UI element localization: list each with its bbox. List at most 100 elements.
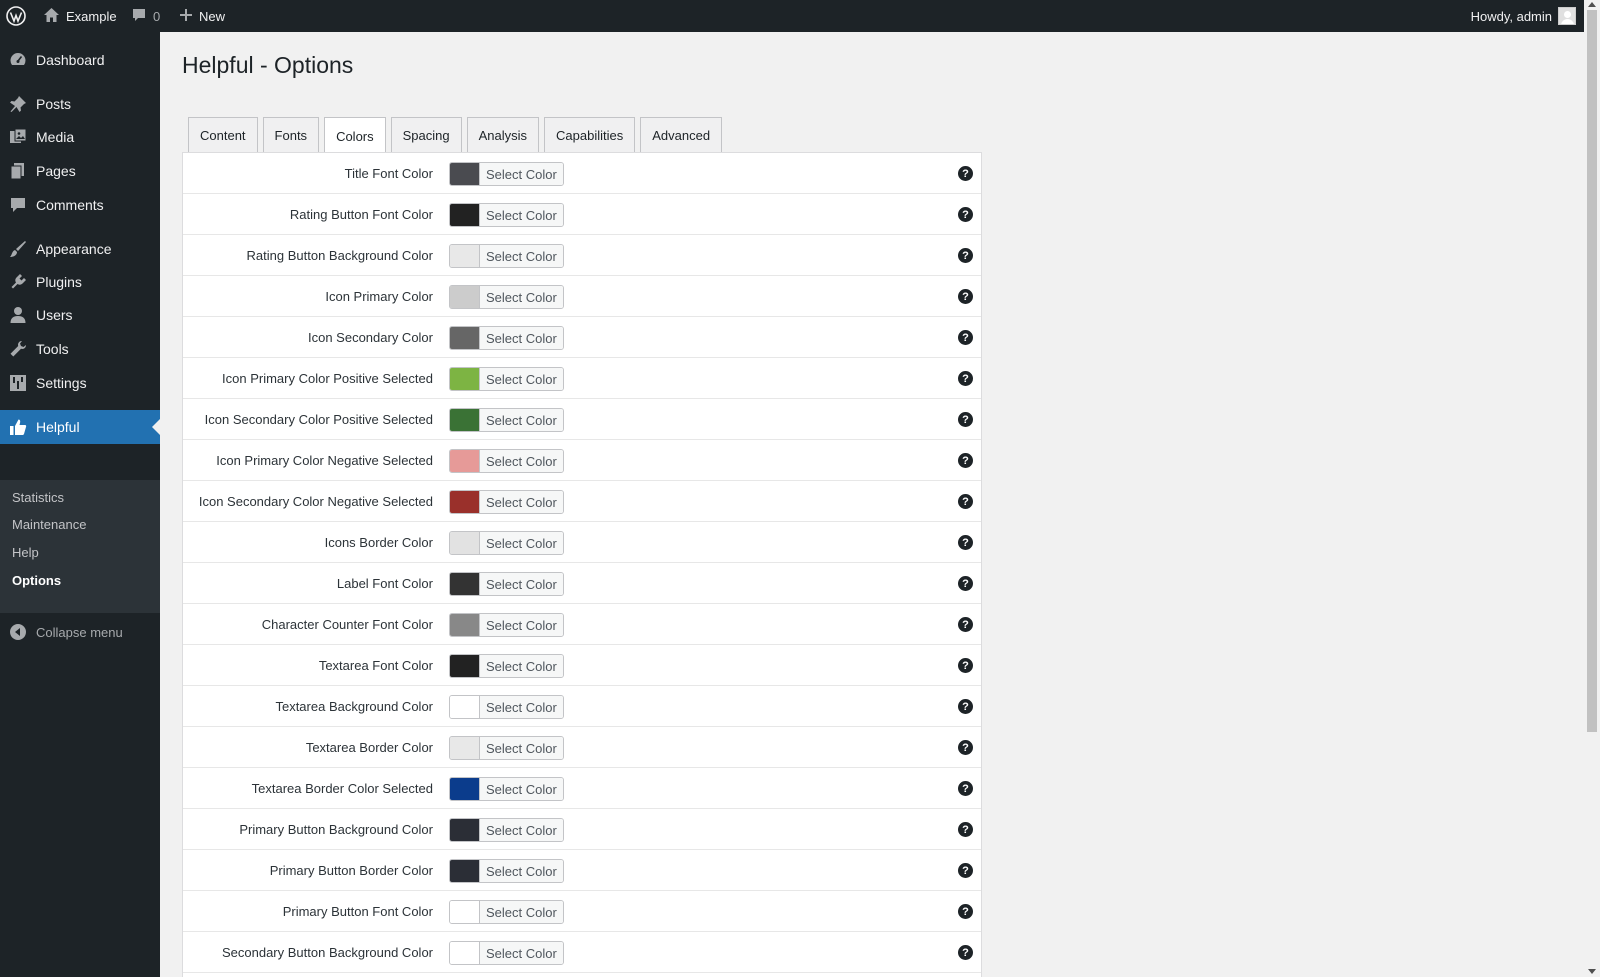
- color-option-row: Textarea Border Color Selected Select Col…: [183, 768, 981, 809]
- help-icon[interactable]: ?: [958, 822, 973, 837]
- color-swatch[interactable]: [450, 245, 480, 267]
- colors-panel: Title Font Color Select Color? Rating Butt…: [182, 152, 982, 977]
- color-swatch[interactable]: [450, 532, 480, 554]
- color-swatch[interactable]: [450, 614, 480, 636]
- scroll-down-icon[interactable]: [1588, 969, 1596, 974]
- select-color-button[interactable]: Select Color: [449, 859, 564, 883]
- color-swatch[interactable]: [450, 737, 480, 759]
- sidebar-item-media[interactable]: Media: [0, 120, 160, 154]
- sidebar-item-pages[interactable]: Pages: [0, 154, 160, 188]
- select-color-button[interactable]: Select Color: [449, 203, 564, 227]
- comments-link[interactable]: 0: [131, 0, 160, 32]
- submenu-item-help[interactable]: Help: [12, 545, 39, 560]
- help-icon[interactable]: ?: [958, 904, 973, 919]
- sidebar-item-label: Helpful: [36, 419, 80, 435]
- select-color-label: Select Color: [480, 245, 563, 267]
- select-color-button[interactable]: Select Color: [449, 900, 564, 924]
- settings-icon: [8, 373, 28, 393]
- collapse-menu-button[interactable]: Collapse menu: [0, 617, 123, 647]
- help-icon[interactable]: ?: [958, 453, 973, 468]
- select-color-button[interactable]: Select Color: [449, 613, 564, 637]
- color-swatch[interactable]: [450, 901, 480, 923]
- select-color-button[interactable]: Select Color: [449, 244, 564, 268]
- scroll-up-icon[interactable]: [1588, 2, 1596, 7]
- submenu-item-statistics[interactable]: Statistics: [12, 490, 64, 505]
- help-icon[interactable]: ?: [958, 207, 973, 222]
- help-icon[interactable]: ?: [958, 289, 973, 304]
- color-swatch[interactable]: [450, 819, 480, 841]
- color-swatch[interactable]: [450, 860, 480, 882]
- select-color-button[interactable]: Select Color: [449, 818, 564, 842]
- help-icon[interactable]: ?: [958, 740, 973, 755]
- select-color-button[interactable]: Select Color: [449, 654, 564, 678]
- color-swatch[interactable]: [450, 163, 480, 185]
- help-icon[interactable]: ?: [958, 494, 973, 509]
- tab-spacing[interactable]: Spacing: [390, 117, 462, 153]
- sidebar-item-comments[interactable]: Comments: [0, 188, 160, 222]
- color-swatch[interactable]: [450, 368, 480, 390]
- help-icon[interactable]: ?: [958, 863, 973, 878]
- select-color-button[interactable]: Select Color: [449, 326, 564, 350]
- scroll-thumb[interactable]: [1587, 10, 1597, 732]
- select-color-button[interactable]: Select Color: [449, 285, 564, 309]
- color-swatch[interactable]: [450, 204, 480, 226]
- color-option-label: Textarea Font Color: [318, 657, 433, 673]
- color-swatch[interactable]: [450, 286, 480, 308]
- sidebar-item-plugins[interactable]: Plugins: [0, 265, 160, 299]
- wordpress-logo-icon[interactable]: [6, 0, 30, 32]
- help-icon[interactable]: ?: [958, 330, 973, 345]
- page-scrollbar[interactable]: [1584, 0, 1600, 977]
- tab-analysis[interactable]: Analysis: [466, 117, 540, 153]
- tab-colors[interactable]: Colors: [324, 117, 386, 154]
- submenu-item-options[interactable]: Options: [12, 573, 61, 588]
- help-icon[interactable]: ?: [958, 576, 973, 591]
- help-icon[interactable]: ?: [958, 699, 973, 714]
- select-color-button[interactable]: Select Color: [449, 490, 564, 514]
- help-icon[interactable]: ?: [958, 166, 973, 181]
- color-swatch[interactable]: [450, 491, 480, 513]
- help-icon[interactable]: ?: [958, 658, 973, 673]
- color-swatch[interactable]: [450, 942, 480, 964]
- select-color-button[interactable]: Select Color: [449, 367, 564, 391]
- help-icon[interactable]: ?: [958, 945, 973, 960]
- sidebar-item-dashboard[interactable]: Dashboard: [0, 43, 160, 77]
- tab-capabilities[interactable]: Capabilities: [544, 117, 636, 153]
- sidebar-item-appearance[interactable]: Appearance: [0, 232, 160, 266]
- help-icon[interactable]: ?: [958, 371, 973, 386]
- help-icon[interactable]: ?: [958, 248, 973, 263]
- color-swatch[interactable]: [450, 655, 480, 677]
- select-color-button[interactable]: Select Color: [449, 408, 564, 432]
- select-color-button[interactable]: Select Color: [449, 941, 564, 965]
- color-swatch[interactable]: [450, 409, 480, 431]
- color-swatch[interactable]: [450, 450, 480, 472]
- tab-content[interactable]: Content: [188, 117, 258, 153]
- options-tabs: Content Fonts Colors Spacing Analysis Capabil…: [188, 117, 723, 154]
- sidebar-item-tools[interactable]: Tools: [0, 332, 160, 366]
- color-swatch[interactable]: [450, 778, 480, 800]
- new-content-link[interactable]: New: [179, 0, 225, 32]
- tab-fonts[interactable]: Fonts: [262, 117, 320, 153]
- tab-advanced[interactable]: Advanced: [640, 117, 723, 153]
- select-color-button[interactable]: Select Color: [449, 572, 564, 596]
- color-swatch[interactable]: [450, 573, 480, 595]
- submenu-item-maintenance[interactable]: Maintenance: [12, 517, 86, 532]
- sidebar-item-posts[interactable]: Posts: [0, 87, 160, 121]
- select-color-button[interactable]: Select Color: [449, 449, 564, 473]
- select-color-button[interactable]: Select Color: [449, 777, 564, 801]
- help-icon[interactable]: ?: [958, 412, 973, 427]
- sidebar-item-label: Appearance: [36, 241, 112, 257]
- user-account-menu[interactable]: Howdy, admin: [1471, 0, 1576, 32]
- color-swatch[interactable]: [450, 327, 480, 349]
- sidebar-item-helpful[interactable]: Helpful: [0, 410, 160, 444]
- sidebar-item-users[interactable]: Users: [0, 298, 160, 332]
- sidebar-item-settings[interactable]: Settings: [0, 366, 160, 400]
- color-swatch[interactable]: [450, 696, 480, 718]
- help-icon[interactable]: ?: [958, 781, 973, 796]
- select-color-button[interactable]: Select Color: [449, 531, 564, 555]
- help-icon[interactable]: ?: [958, 617, 973, 632]
- site-name-link[interactable]: Example: [43, 0, 117, 32]
- select-color-button[interactable]: Select Color: [449, 736, 564, 760]
- select-color-button[interactable]: Select Color: [449, 162, 564, 186]
- select-color-button[interactable]: Select Color: [449, 695, 564, 719]
- help-icon[interactable]: ?: [958, 535, 973, 550]
